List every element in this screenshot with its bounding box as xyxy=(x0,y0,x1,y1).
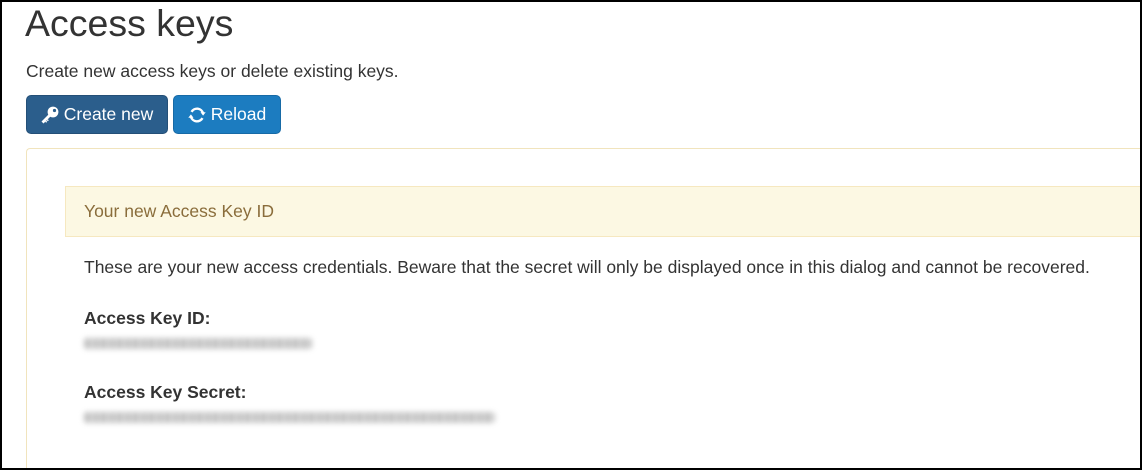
access-keys-page: Access keys Create new access keys or de… xyxy=(0,0,1142,470)
refresh-icon xyxy=(188,106,206,124)
create-new-button[interactable]: Create new xyxy=(26,95,168,134)
access-key-secret-value-blurred xyxy=(84,412,495,423)
new-access-key-panel: Your new Access Key ID These are your ne… xyxy=(26,148,1140,468)
access-key-secret-label: Access Key Secret: xyxy=(84,382,247,402)
key-icon xyxy=(41,106,59,124)
page-subtitle: Create new access keys or delete existin… xyxy=(26,61,399,81)
access-key-id-label: Access Key ID: xyxy=(84,308,211,328)
create-new-label: Create new xyxy=(63,104,154,124)
reload-button[interactable]: Reload xyxy=(173,95,281,134)
access-key-id-value-blurred xyxy=(84,338,312,349)
page-title: Access keys xyxy=(25,2,234,44)
credentials-warning-message: These are your new access credentials. B… xyxy=(84,257,1090,277)
reload-label: Reload xyxy=(210,104,267,124)
panel-heading: Your new Access Key ID xyxy=(65,186,1140,237)
